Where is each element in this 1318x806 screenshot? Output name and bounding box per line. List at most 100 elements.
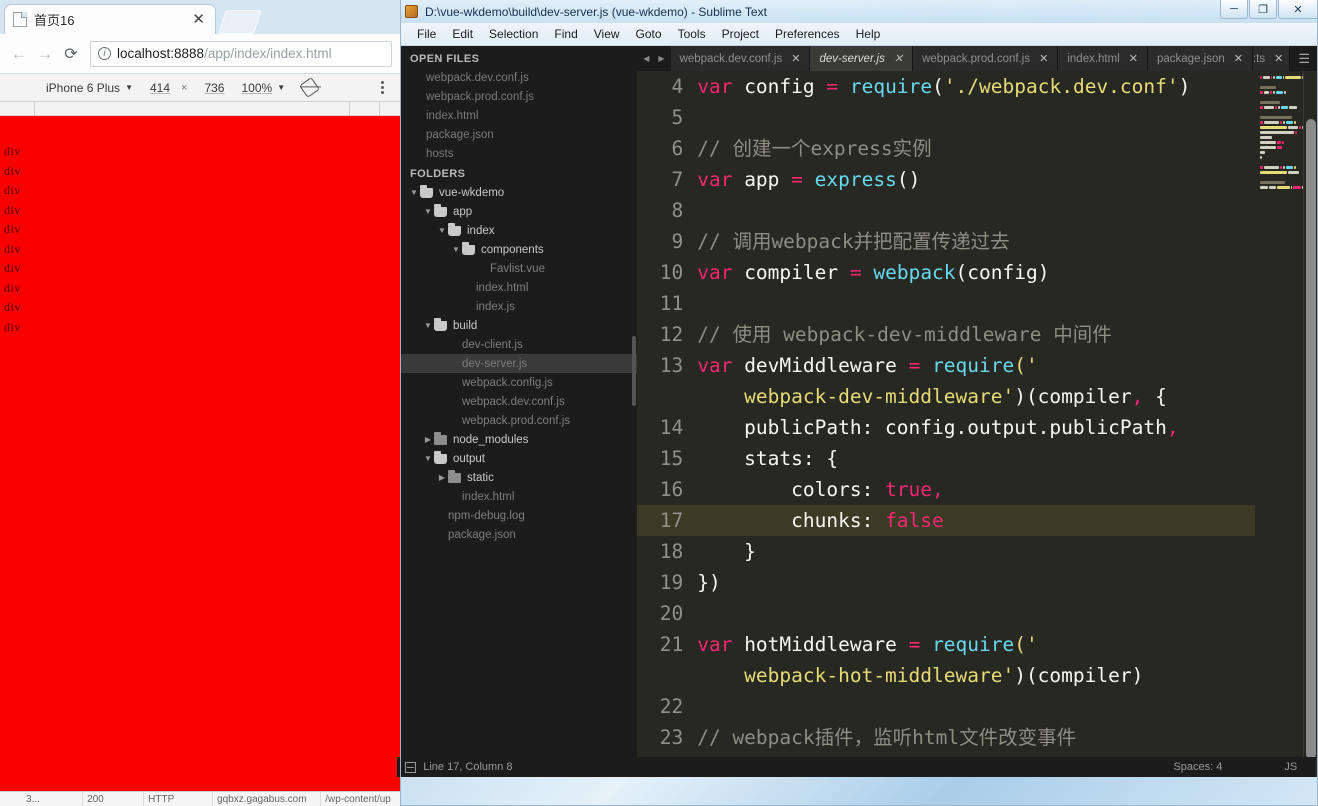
- sidebar[interactable]: OPEN FILES webpack.dev.conf.jswebpack.pr…: [400, 46, 637, 777]
- chevron-down-icon[interactable]: ▼: [422, 321, 434, 330]
- network-col-type: HTTP: [144, 792, 213, 806]
- forward-button[interactable]: →: [32, 41, 58, 67]
- minimize-button[interactable]: ─: [1220, 0, 1248, 19]
- close-icon[interactable]: ✕: [894, 52, 903, 65]
- editor-tab[interactable]: dev-server.js✕: [810, 46, 913, 71]
- reload-button[interactable]: ⟳: [58, 41, 84, 67]
- maximize-button[interactable]: ❐: [1249, 0, 1277, 19]
- menu-item-goto[interactable]: Goto: [628, 27, 670, 41]
- tree-folder-item[interactable]: ▶node_modules: [400, 430, 637, 449]
- kebab-menu-icon[interactable]: [381, 79, 384, 96]
- tab-prev-icon[interactable]: ◀: [643, 54, 649, 63]
- tree-file-item[interactable]: ▶webpack.config.js: [400, 373, 637, 392]
- menu-item-preferences[interactable]: Preferences: [767, 27, 848, 41]
- page-viewport[interactable]: divdivdivdivdivdivdivdivdivdiv: [0, 116, 400, 791]
- tree-file-item[interactable]: ▶webpack.prod.conf.js: [400, 411, 637, 430]
- editor-tab[interactable]: package.json✕: [1148, 46, 1253, 71]
- menu-item-find[interactable]: Find: [546, 27, 585, 41]
- minimap[interactable]: [1255, 71, 1304, 757]
- tree-folder-item[interactable]: ▼build: [400, 316, 637, 335]
- menu-item-tools[interactable]: Tools: [670, 27, 714, 41]
- tab-next-icon[interactable]: ▶: [658, 54, 664, 63]
- chevron-down-icon[interactable]: ▼: [450, 245, 462, 254]
- line-number: 5: [637, 102, 697, 133]
- minimap-token: [1276, 91, 1283, 94]
- chevron-down-icon[interactable]: ▼: [422, 207, 434, 216]
- chevron-down-icon[interactable]: ▼: [277, 83, 285, 92]
- tab-scroll-arrows[interactable]: ◀ ▶: [637, 46, 670, 71]
- tree-file-item[interactable]: ▶webpack.dev.conf.js: [400, 392, 637, 411]
- menu-item-selection[interactable]: Selection: [481, 27, 546, 41]
- editor-tab[interactable]: webpack.dev.conf.js✕: [671, 46, 811, 71]
- open-file-item[interactable]: package.json: [400, 125, 637, 144]
- tree-spacer: ▶: [436, 530, 448, 539]
- editor-vertical-scrollbar[interactable]: [1306, 119, 1316, 757]
- tree-file-item[interactable]: ▶index.html: [400, 487, 637, 506]
- minimap-token: [1280, 121, 1282, 124]
- tree-folder-item[interactable]: ▼ index: [400, 221, 637, 240]
- tree-item-label: index: [467, 225, 495, 237]
- tree-file-item[interactable]: ▶npm-debug.log: [400, 506, 637, 525]
- open-file-item[interactable]: hosts: [400, 144, 637, 163]
- device-width-input[interactable]: 414: [150, 81, 170, 95]
- chevron-right-icon[interactable]: ▶: [436, 473, 448, 482]
- tree-folder-item[interactable]: ▼vue-wkdemo: [400, 183, 637, 202]
- code-token: devMiddleware: [732, 354, 908, 377]
- open-file-item[interactable]: webpack.prod.conf.js: [400, 87, 637, 106]
- minimap-token: [1289, 106, 1297, 109]
- chevron-down-icon[interactable]: ▼: [125, 83, 133, 92]
- close-button[interactable]: ✕: [1278, 0, 1318, 19]
- close-icon[interactable]: ✕: [190, 12, 207, 27]
- editor-tab[interactable]: :ts✕: [1253, 46, 1290, 71]
- close-icon[interactable]: ✕: [791, 52, 800, 65]
- tree-file-item[interactable]: ▶dev-server.js: [400, 354, 637, 373]
- browser-tab[interactable]: 首页16 ✕: [4, 4, 216, 34]
- chevron-down-icon[interactable]: ▼: [422, 454, 434, 463]
- close-icon[interactable]: ✕: [1274, 52, 1283, 65]
- tree-folder-item[interactable]: ▼output: [400, 449, 637, 468]
- menu-item-edit[interactable]: Edit: [444, 27, 481, 41]
- code-token: )(compiler: [1014, 385, 1131, 408]
- open-file-item[interactable]: index.html: [400, 106, 637, 125]
- editor-tab[interactable]: webpack.prod.conf.js✕: [913, 46, 1058, 71]
- tree-folder-item[interactable]: ▼app: [400, 202, 637, 221]
- folder-icon: [420, 188, 433, 198]
- close-icon[interactable]: ✕: [1039, 52, 1048, 65]
- sidebar-toggle-icon[interactable]: [405, 762, 416, 773]
- menu-item-help[interactable]: Help: [848, 27, 889, 41]
- devtools-network-row[interactable]: 3... 200 HTTP gqbxz.gagabus.com /wp-cont…: [0, 791, 400, 806]
- tree-folder-item[interactable]: ▶static: [400, 468, 637, 487]
- tree-file-item[interactable]: ▶Favlist.vue: [400, 259, 637, 278]
- open-file-item[interactable]: webpack.dev.conf.js: [400, 68, 637, 87]
- chevron-right-icon[interactable]: ▶: [422, 435, 434, 444]
- tree-folder-item[interactable]: ▼components: [400, 240, 637, 259]
- chevron-down-icon[interactable]: ▼: [436, 226, 448, 235]
- rotate-icon[interactable]: [299, 77, 320, 98]
- tree-file-item[interactable]: ▶index.js: [400, 297, 637, 316]
- back-button[interactable]: ←: [6, 41, 32, 67]
- sidebar-scrollbar[interactable]: [632, 336, 636, 406]
- close-icon[interactable]: ✕: [1234, 52, 1243, 65]
- tree-file-item[interactable]: ▶dev-client.js: [400, 335, 637, 354]
- menu-item-file[interactable]: File: [409, 27, 444, 41]
- tree-item-label: package.json: [448, 529, 516, 541]
- menu-item-view[interactable]: View: [586, 27, 628, 41]
- minimap-token: [1260, 131, 1294, 134]
- device-zoom-label[interactable]: 100%: [241, 81, 272, 95]
- tree-file-item[interactable]: ▶package.json: [400, 525, 637, 544]
- code-editor[interactable]: 4var config = require('./webpack.dev.con…: [637, 71, 1255, 757]
- menu-item-project[interactable]: Project: [714, 27, 767, 41]
- indent-setting[interactable]: Spaces: 4: [1173, 761, 1284, 773]
- tree-file-item[interactable]: ▶index.html: [400, 278, 637, 297]
- syntax-setting[interactable]: JS: [1284, 761, 1315, 773]
- device-height-input[interactable]: 736: [204, 81, 224, 95]
- editor-tab[interactable]: index.html✕: [1058, 46, 1148, 71]
- device-select-label[interactable]: iPhone 6 Plus: [46, 81, 120, 95]
- chevron-down-icon[interactable]: ▼: [408, 188, 420, 197]
- new-tab-button[interactable]: [218, 10, 262, 34]
- info-icon[interactable]: i: [98, 47, 111, 60]
- close-icon[interactable]: ✕: [1129, 52, 1138, 65]
- address-bar[interactable]: i localhost:8888/app/index/index.html: [90, 41, 392, 67]
- code-token: publicPath: config.output.publicPath: [697, 416, 1167, 439]
- tab-overflow-menu-icon[interactable]: ☰: [1290, 46, 1318, 71]
